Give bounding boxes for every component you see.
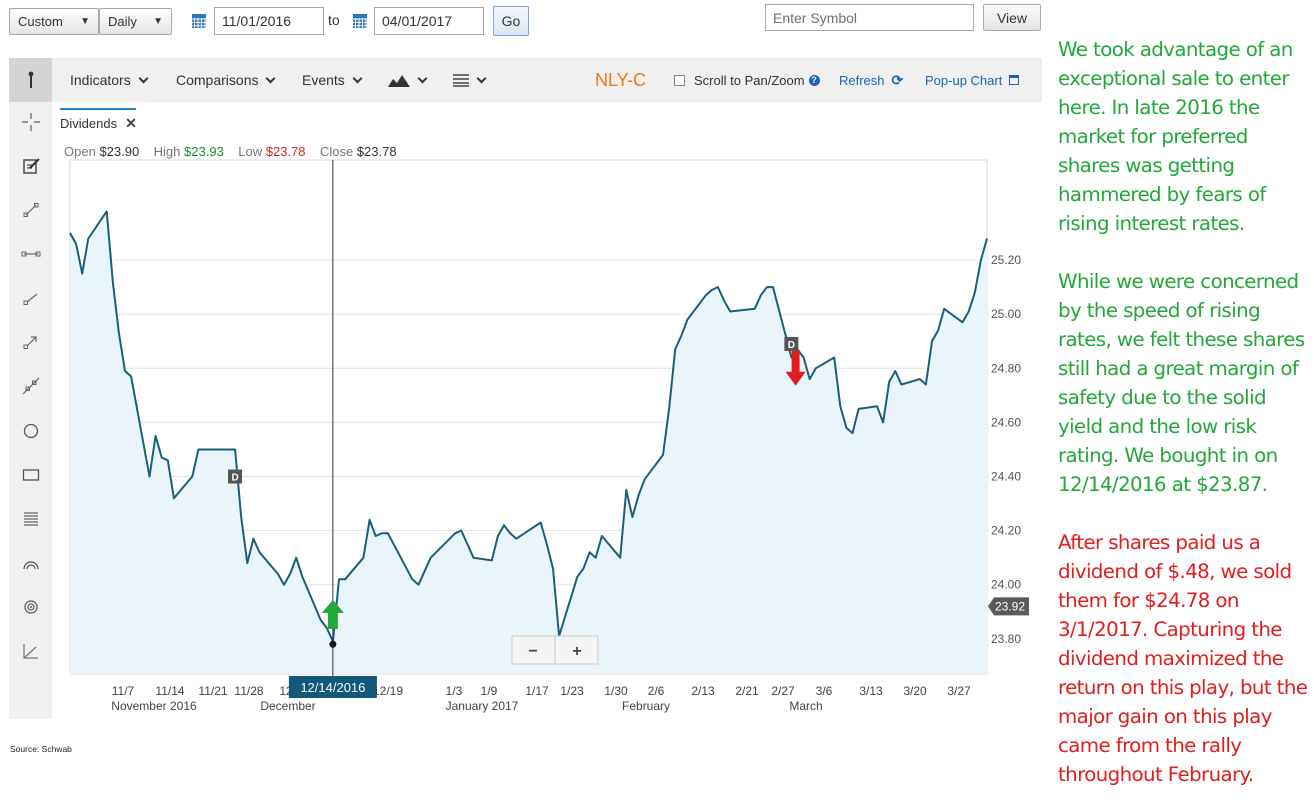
x-tick-label: 1/9 <box>481 684 498 698</box>
x-tick-label: 11/14 <box>155 684 184 698</box>
x-tick-label: 1/17 <box>525 684 549 698</box>
x-tick-label: 11/28 <box>234 684 263 698</box>
y-tick-label: 24.20 <box>991 524 1021 538</box>
x-tick-label: 2/27 <box>771 684 795 698</box>
commentary-paragraph-2: While we were concerned by the speed of … <box>1058 270 1305 496</box>
x-tick-label: 3/27 <box>947 684 971 698</box>
y-tick-label: 23.80 <box>991 632 1021 646</box>
x-tick-label: 1/30 <box>604 684 628 698</box>
y-tick-label: 24.60 <box>991 415 1021 429</box>
commentary-paragraph-1: We took advantage of an exceptional sale… <box>1058 38 1293 235</box>
month-label: November 2016 <box>111 699 197 713</box>
y-tick-label: 24.40 <box>991 470 1021 484</box>
dividend-marker-label: D <box>788 340 795 351</box>
x-tick-label: 11/21 <box>198 684 227 698</box>
x-tick-label: 2/6 <box>648 684 665 698</box>
x-tick-label: 2/13 <box>691 684 715 698</box>
month-label: March <box>789 699 822 713</box>
x-tick-label: 12/19 <box>373 684 403 698</box>
x-tick-label: 3/6 <box>816 684 833 698</box>
commentary-paragraph-3: After shares paid us a dividend of $.48,… <box>1058 531 1308 786</box>
x-tick-label: 3/13 <box>859 684 883 698</box>
y-tick-label: 25.20 <box>991 253 1021 267</box>
x-tick-label: 2/21 <box>735 684 759 698</box>
month-label: December <box>260 699 315 713</box>
month-label: January 2017 <box>446 699 519 713</box>
last-price-label: 23.92 <box>995 599 1025 613</box>
x-tick-label: 3/20 <box>903 684 927 698</box>
month-label: February <box>622 699 670 713</box>
price-chart[interactable]: 23.80 24.00 24.20 24.40 24.60 24.80 25.00 25.20… <box>0 0 1050 720</box>
x-tick-label: 11/7 <box>112 684 135 698</box>
crosshair-point <box>329 640 337 648</box>
source-note: Source: Schwab <box>10 744 72 754</box>
dividend-marker-label: D <box>231 473 238 484</box>
y-tick-label: 24.80 <box>991 361 1021 375</box>
y-tick-label: 25.00 <box>991 307 1021 321</box>
y-tick-label: 24.00 <box>991 578 1021 592</box>
zoom-in-button[interactable]: + <box>572 643 581 660</box>
zoom-out-button[interactable]: − <box>528 643 537 660</box>
x-tick-label: 1/23 <box>560 684 584 698</box>
crosshair-date-label: 12/14/2016 <box>300 680 365 695</box>
x-tick-label: 1/3 <box>446 684 463 698</box>
